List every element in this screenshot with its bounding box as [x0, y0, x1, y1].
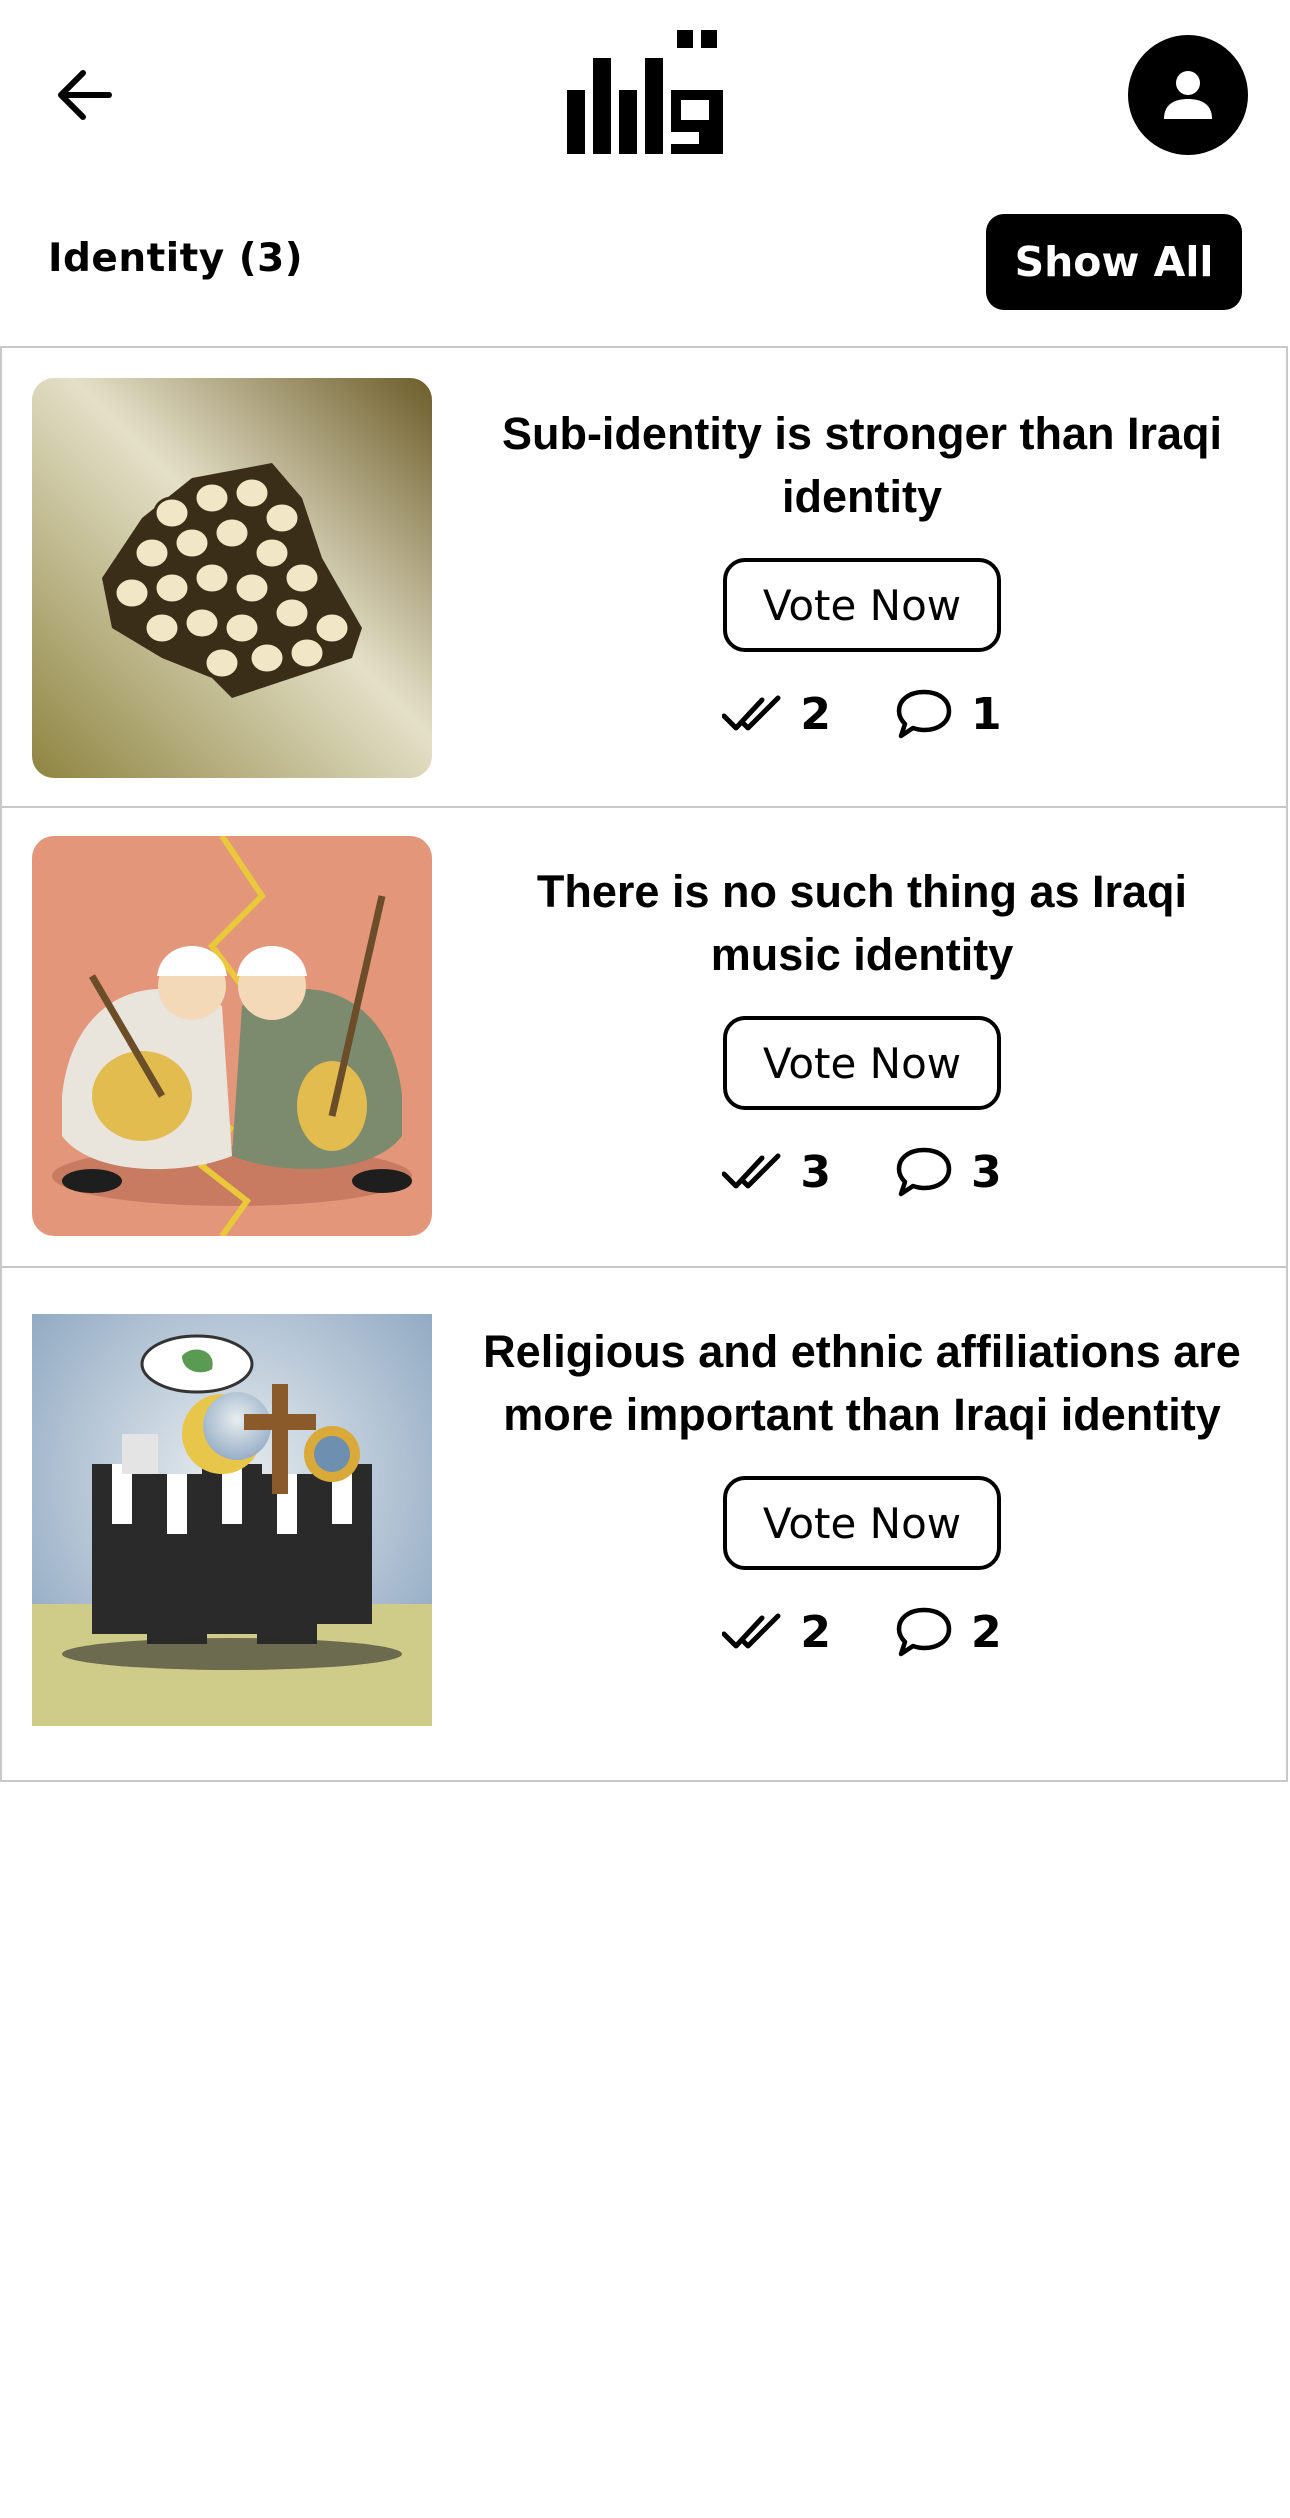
- double-check-icon: [722, 695, 781, 731]
- topic-image: [32, 1314, 432, 1726]
- votes-stat: 2: [722, 1607, 831, 1658]
- topic-title: Religious and ethnic affiliations are mo…: [483, 1326, 1241, 1440]
- topic-content: Religious and ethnic affiliations are mo…: [482, 1320, 1242, 1658]
- comments-stat[interactable]: 3: [895, 1146, 1002, 1198]
- vote-now-button[interactable]: Vote Now: [723, 558, 1001, 652]
- topic-image: [32, 378, 432, 778]
- comment-bubble-icon: [896, 1147, 952, 1197]
- topic-title: There is no such thing as Iraqi music id…: [536, 866, 1188, 980]
- vote-now-button[interactable]: Vote Now: [723, 1476, 1001, 1570]
- app-logo[interactable]: [567, 28, 723, 154]
- topic-list: Sub-identity is stronger than Iraqi iden…: [0, 346, 1290, 1782]
- comments-count: 1: [971, 688, 1002, 740]
- topic-title: Sub-identity is stronger than Iraqi iden…: [501, 408, 1223, 522]
- vote-now-button[interactable]: Vote Now: [723, 1016, 1001, 1110]
- topic-stats: 3 3: [722, 1146, 1002, 1198]
- show-all-button[interactable]: Show All: [986, 214, 1242, 310]
- profile-button[interactable]: [1128, 35, 1248, 155]
- votes-count: 2: [800, 688, 831, 740]
- votes-count: 3: [800, 1146, 831, 1198]
- comment-bubble-icon: [896, 689, 952, 739]
- comments-count: 3: [971, 1146, 1002, 1198]
- double-check-icon: [722, 1153, 781, 1189]
- topic-content: Sub-identity is stronger than Iraqi iden…: [482, 402, 1242, 740]
- topic-card[interactable]: Sub-identity is stronger than Iraqi iden…: [0, 346, 1288, 808]
- section-title: Identity (3): [48, 236, 304, 281]
- topic-card[interactable]: There is no such thing as Iraqi music id…: [0, 808, 1288, 1268]
- top-bar: [0, 0, 1290, 190]
- votes-stat: 3: [722, 1147, 831, 1198]
- comments-count: 2: [971, 1606, 1002, 1658]
- topic-content: There is no such thing as Iraqi music id…: [482, 860, 1242, 1198]
- topic-image: [32, 836, 432, 1236]
- comments-stat[interactable]: 1: [895, 688, 1002, 740]
- topic-stats: 2 1: [722, 688, 1002, 740]
- topic-card[interactable]: Religious and ethnic affiliations are mo…: [0, 1268, 1288, 1782]
- double-check-icon: [722, 1613, 781, 1649]
- topic-stats: 2 2: [722, 1606, 1002, 1658]
- comments-stat[interactable]: 2: [895, 1606, 1002, 1658]
- comment-bubble-icon: [896, 1607, 952, 1657]
- back-button[interactable]: [50, 60, 120, 130]
- arrow-left-icon: [58, 70, 112, 120]
- votes-count: 2: [800, 1606, 831, 1658]
- votes-stat: 2: [722, 689, 831, 740]
- person-icon: [1164, 71, 1212, 119]
